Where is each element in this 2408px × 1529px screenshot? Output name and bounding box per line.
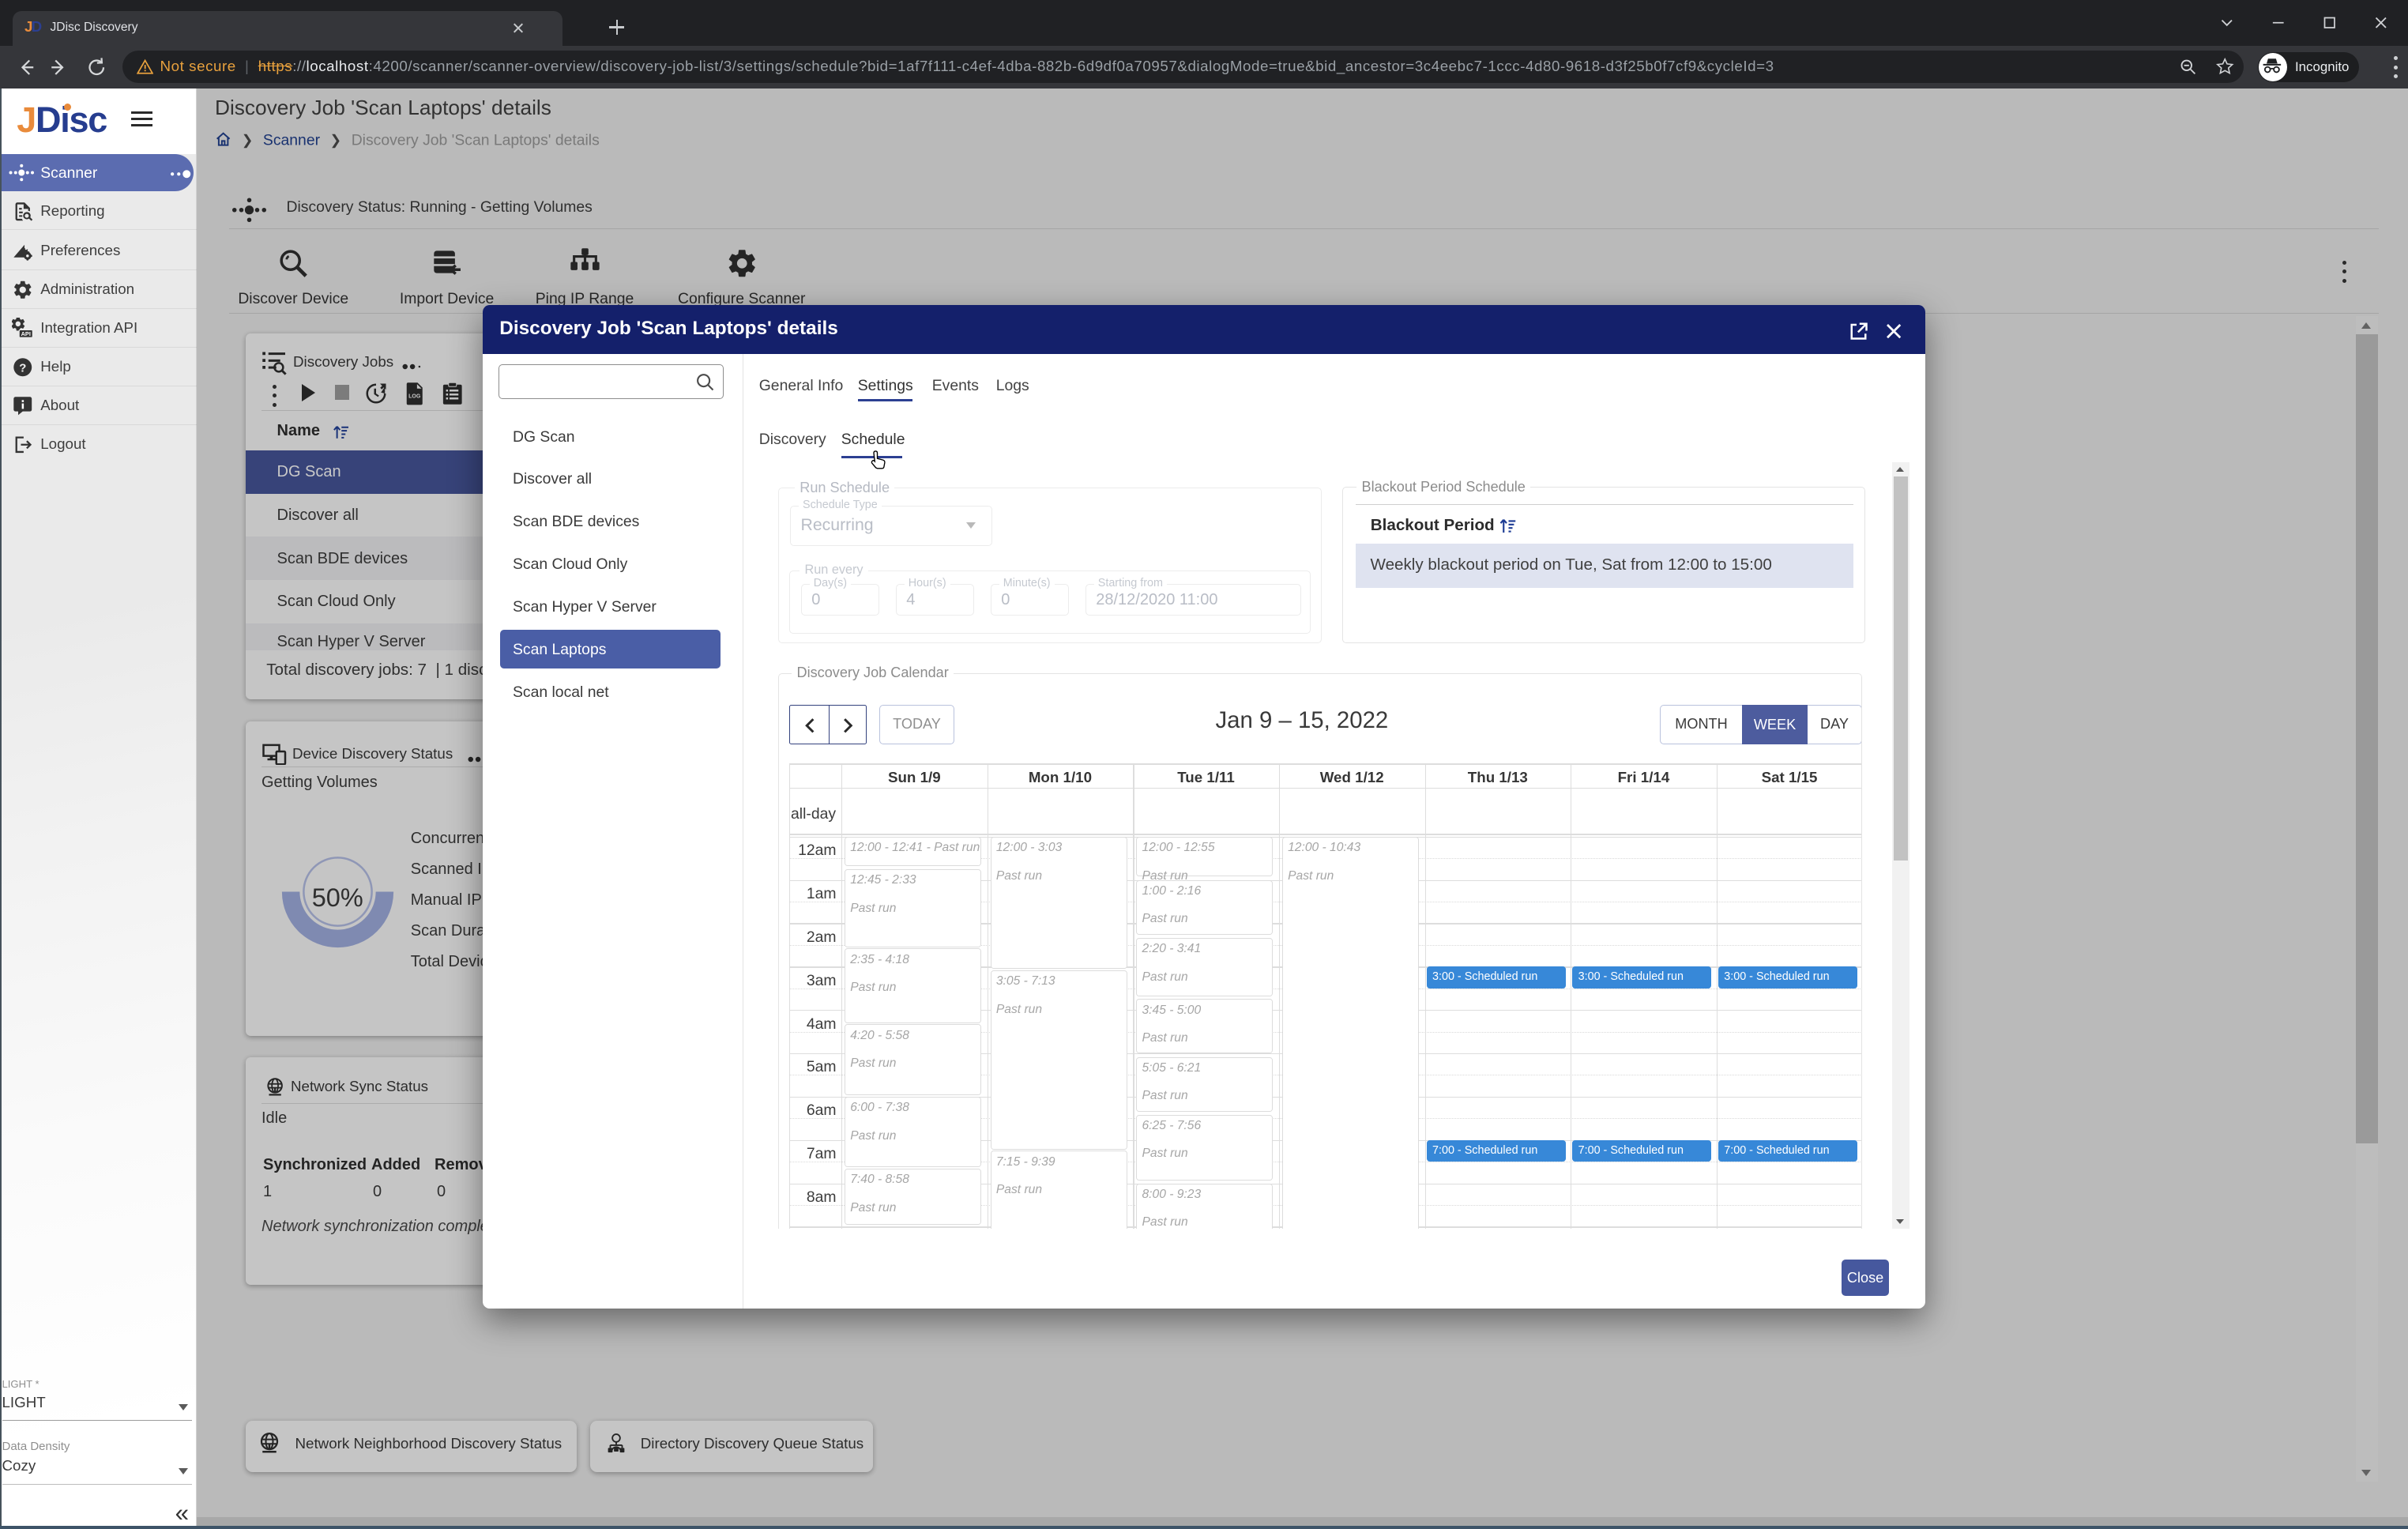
svg-text:API: API xyxy=(21,330,31,337)
svg-text:?: ? xyxy=(19,362,26,375)
